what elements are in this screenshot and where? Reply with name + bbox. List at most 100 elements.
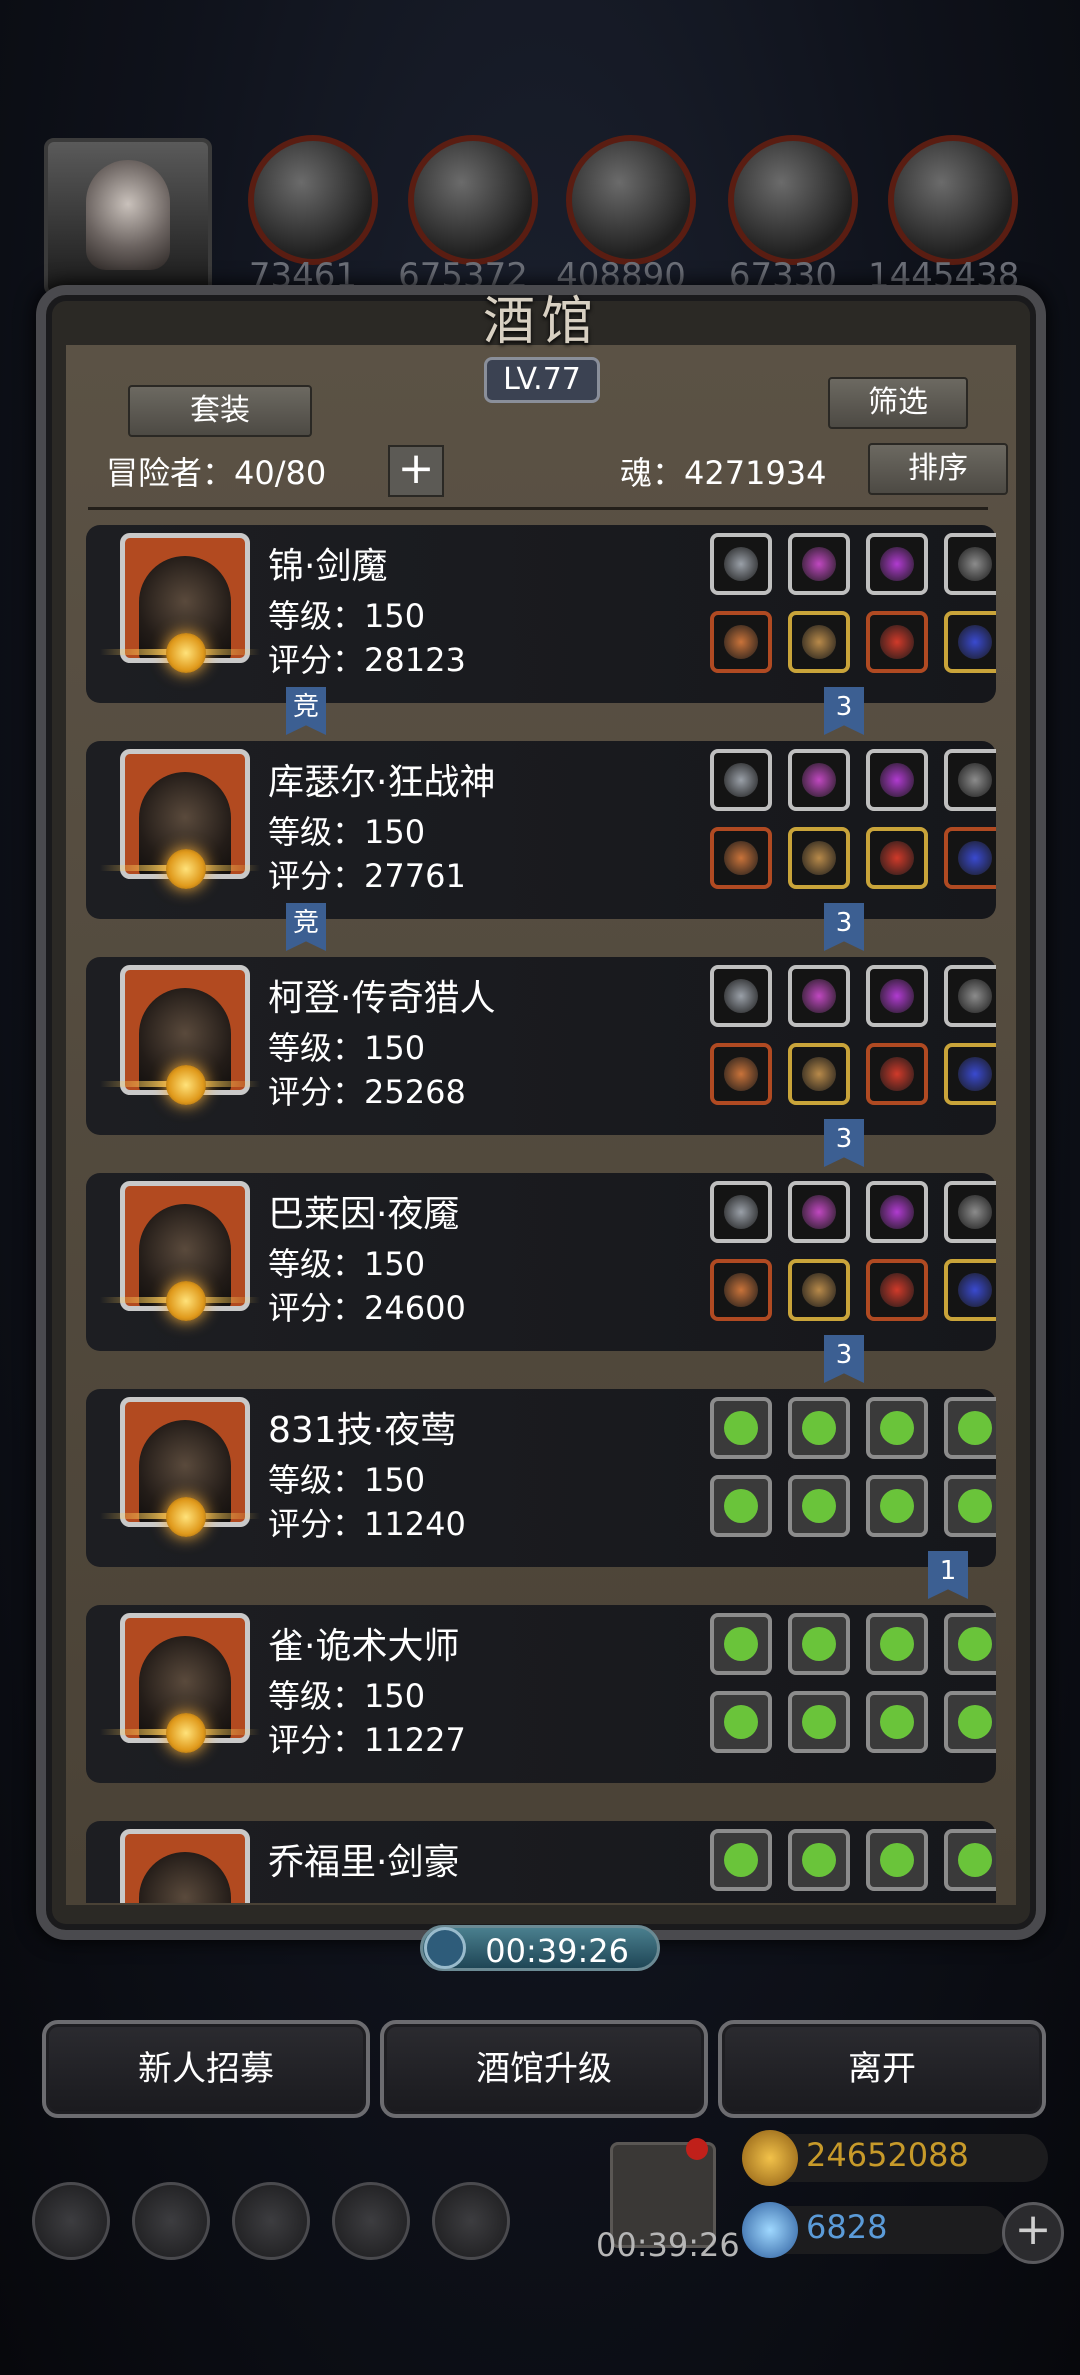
adventurer-count: 冒险者：40/80	[106, 454, 327, 492]
empty-equipment-slot[interactable]	[944, 1691, 996, 1753]
resource-orb-crystal[interactable]	[728, 135, 858, 265]
resource-orb-plank[interactable]	[408, 135, 538, 265]
set-count-tag: 3	[824, 903, 864, 951]
tavern-level-badge: LV.77	[484, 357, 600, 403]
hero-card[interactable]: 乔福里·剑豪	[86, 1821, 996, 1903]
equipment-slot[interactable]	[710, 1043, 772, 1105]
equipment-slot[interactable]	[788, 611, 850, 673]
equipment-icon	[724, 547, 758, 581]
equipment-slot[interactable]	[788, 533, 850, 595]
hero-card[interactable]: 柯登·传奇猎人 等级：150 评分：25268	[86, 957, 996, 1135]
hero-card[interactable]: 库瑟尔·狂战神 等级：150 评分：27761	[86, 741, 996, 919]
empty-equipment-slot[interactable]	[866, 1613, 928, 1675]
equipment-slot[interactable]	[866, 1259, 928, 1321]
empty-equipment-slot[interactable]	[866, 1397, 928, 1459]
plus-icon	[724, 1843, 758, 1877]
player-avatar[interactable]	[44, 138, 212, 296]
equipment-slot[interactable]	[866, 1043, 928, 1105]
equipment-slot[interactable]	[866, 611, 928, 673]
soul-count: 魂：4271934	[620, 454, 827, 492]
hero-portrait[interactable]	[120, 1829, 250, 1903]
empty-equipment-slot[interactable]	[866, 1829, 928, 1891]
filter-button[interactable]: 筛选	[828, 377, 968, 429]
resource-orb-wood[interactable]	[248, 135, 378, 265]
equipment-slot[interactable]	[944, 611, 996, 673]
empty-equipment-slot[interactable]	[788, 1397, 850, 1459]
equipment-slot[interactable]	[944, 1043, 996, 1105]
hero-name: 锦·剑魔	[268, 546, 388, 587]
empty-equipment-slot[interactable]	[710, 1475, 772, 1537]
equipment-slot[interactable]	[710, 749, 772, 811]
hero-card[interactable]: 锦·剑魔 等级：150 评分：28123	[86, 525, 996, 703]
equipment-slot[interactable]	[788, 1259, 850, 1321]
add-capacity-button[interactable]: +	[388, 445, 444, 497]
mail-icon[interactable]	[332, 2182, 410, 2260]
shop-icon[interactable]	[432, 2182, 510, 2260]
empty-equipment-slot[interactable]	[944, 1829, 996, 1891]
empty-equipment-slot[interactable]	[788, 1475, 850, 1537]
empty-equipment-slot[interactable]	[788, 1613, 850, 1675]
empty-equipment-slot[interactable]	[866, 1475, 928, 1537]
empty-equipment-slot[interactable]	[710, 1829, 772, 1891]
rank-star-icon	[166, 1065, 206, 1105]
achievement-icon[interactable]	[132, 2182, 210, 2260]
equipment-icon	[880, 625, 914, 659]
equipment-slot[interactable]	[788, 827, 850, 889]
sort-button[interactable]: 排序	[868, 443, 1008, 495]
empty-equipment-slot[interactable]	[710, 1691, 772, 1753]
equipment-slot[interactable]	[944, 1181, 996, 1243]
equipment-slot[interactable]	[944, 749, 996, 811]
hero-card[interactable]: 831技·夜莺 等级：150 评分：11240	[86, 1389, 996, 1567]
equipment-slot[interactable]	[710, 611, 772, 673]
equipment-slot[interactable]	[710, 827, 772, 889]
equipment-slot[interactable]	[866, 827, 928, 889]
tavern-upgrade-button[interactable]: 酒馆升级	[380, 2020, 708, 2118]
plus-icon	[880, 1489, 914, 1523]
empty-equipment-slot[interactable]	[944, 1397, 996, 1459]
equipment-icon	[958, 841, 992, 875]
equipment-slot[interactable]	[866, 1181, 928, 1243]
equipment-slot[interactable]	[710, 1181, 772, 1243]
equipment-slot[interactable]	[944, 533, 996, 595]
hero-name: 柯登·传奇猎人	[268, 978, 496, 1019]
empty-equipment-slot[interactable]	[788, 1829, 850, 1891]
empty-equipment-slot[interactable]	[866, 1691, 928, 1753]
equipment-slot[interactable]	[788, 965, 850, 1027]
hero-card[interactable]: 雀·诡术大师 等级：150 评分：11227	[86, 1605, 996, 1783]
equipment-slot[interactable]	[710, 1259, 772, 1321]
hero-name: 雀·诡术大师	[268, 1626, 460, 1667]
equipment-slot[interactable]	[788, 1181, 850, 1243]
guild-icon[interactable]	[232, 2182, 310, 2260]
equipment-slot[interactable]	[866, 533, 928, 595]
hero-card[interactable]: 巴莱因·夜魇 等级：150 评分：24600	[86, 1173, 996, 1351]
recruit-button[interactable]: 新人招募	[42, 2020, 370, 2118]
empty-equipment-slot[interactable]	[944, 1613, 996, 1675]
hero-list[interactable]: 锦·剑魔 等级：150 评分：28123 竞 3 库瑟尔·狂战神 等级：150 评分：2776…	[86, 525, 996, 1903]
resource-orb-steel[interactable]	[888, 135, 1018, 265]
equipment-icon	[958, 547, 992, 581]
resource-orb-iron[interactable]	[566, 135, 696, 265]
equipment-icon	[880, 841, 914, 875]
equipment-slot[interactable]	[710, 965, 772, 1027]
equipment-slot[interactable]	[944, 827, 996, 889]
empty-equipment-slot[interactable]	[710, 1613, 772, 1675]
equipment-slot[interactable]	[944, 965, 996, 1027]
notification-dot	[686, 2138, 708, 2160]
equipment-icon	[802, 841, 836, 875]
set-button[interactable]: 套装	[128, 385, 312, 437]
add-currency-button[interactable]: +	[1002, 2202, 1064, 2264]
empty-equipment-slot[interactable]	[944, 1475, 996, 1537]
leave-button[interactable]: 离开	[718, 2020, 1046, 2118]
empty-equipment-slot[interactable]	[710, 1397, 772, 1459]
equipment-slot[interactable]	[788, 749, 850, 811]
tavern-panel: 酒馆 LV.77 套装 筛选 冒险者：40/80 + 魂：4271934 排序 …	[36, 285, 1046, 1940]
equipment-slot[interactable]	[788, 1043, 850, 1105]
equipment-slot[interactable]	[710, 533, 772, 595]
equipment-slot[interactable]	[866, 749, 928, 811]
equipment-icon	[958, 1057, 992, 1091]
empty-equipment-slot[interactable]	[788, 1691, 850, 1753]
equipment-slot[interactable]	[944, 1259, 996, 1321]
equipment-slot[interactable]	[866, 965, 928, 1027]
settings-icon[interactable]	[32, 2182, 110, 2260]
plus-icon	[802, 1411, 836, 1445]
